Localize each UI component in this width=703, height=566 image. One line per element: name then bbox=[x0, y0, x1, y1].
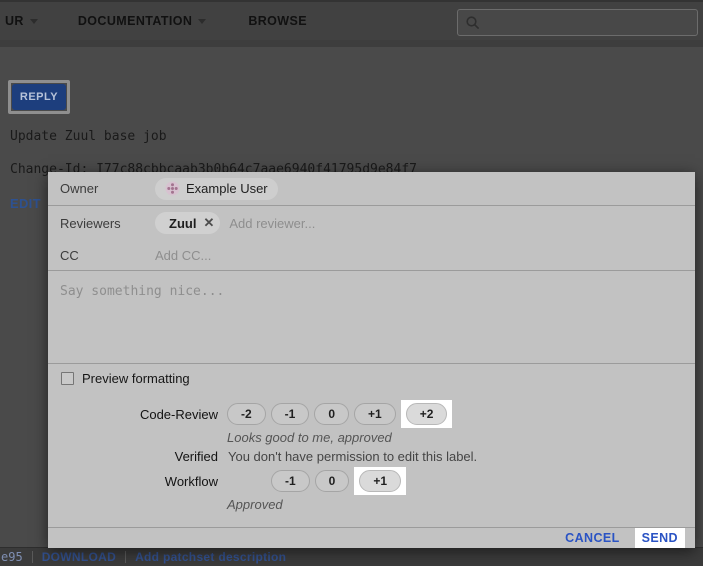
workflow-label: Workflow bbox=[48, 474, 218, 489]
nav-menu-documentation[interactable]: DOCUMENTATION bbox=[78, 14, 206, 28]
reviewer-chip[interactable]: Zuul ✕ bbox=[155, 212, 220, 234]
code-review-description: Looks good to me, approved bbox=[227, 429, 695, 446]
preview-formatting-checkbox[interactable] bbox=[61, 372, 74, 385]
code-review-zero-button[interactable]: 0 bbox=[314, 403, 349, 425]
chevron-down-icon bbox=[30, 19, 38, 24]
add-cc-input[interactable]: Add CC... bbox=[155, 248, 211, 263]
cancel-button[interactable]: CANCEL bbox=[565, 531, 619, 545]
code-review-plus1-button[interactable]: +1 bbox=[354, 403, 396, 425]
code-review-buttons: -2 -1 0 +1 +2 bbox=[227, 400, 452, 428]
code-review-minus2-button[interactable]: -2 bbox=[227, 403, 266, 425]
reply-button[interactable]: REPLY bbox=[12, 84, 66, 110]
score-labels-section: Code-Review -2 -1 0 +1 +2 Looks good to … bbox=[48, 393, 695, 527]
nav-menu-browse-label: BROWSE bbox=[248, 14, 307, 28]
nav-menu-documentation-label: DOCUMENTATION bbox=[78, 14, 192, 28]
reviewer-chip-label: Zuul bbox=[169, 216, 196, 231]
search-icon bbox=[465, 15, 481, 31]
workflow-description: Approved bbox=[227, 496, 695, 513]
workflow-plus1-highlight: +1 bbox=[354, 467, 406, 495]
screen: UR DOCUMENTATION BROWSE REPLY Update Zuu… bbox=[0, 0, 703, 566]
sha-fragment: e95 bbox=[1, 550, 23, 564]
search-input[interactable] bbox=[457, 9, 698, 36]
preview-formatting-row: Preview formatting bbox=[48, 364, 695, 393]
code-review-minus1-button[interactable]: -1 bbox=[271, 403, 310, 425]
nav-menu-ur[interactable]: UR bbox=[5, 14, 38, 28]
nav-menu-browse[interactable]: BROWSE bbox=[248, 14, 307, 28]
workflow-row: Workflow -1 0 +1 bbox=[48, 466, 695, 496]
owner-row: Owner Example User bbox=[48, 172, 695, 206]
preview-formatting-label: Preview formatting bbox=[82, 371, 190, 386]
reply-button-highlight: REPLY bbox=[8, 80, 70, 114]
workflow-zero-button[interactable]: 0 bbox=[315, 470, 350, 492]
dialog-footer: CANCEL SEND bbox=[48, 527, 695, 547]
chevron-down-icon bbox=[198, 19, 206, 24]
verified-permission-text: You don't have permission to edit this l… bbox=[228, 449, 477, 464]
workflow-minus1-button[interactable]: -1 bbox=[271, 470, 310, 492]
owner-chip[interactable]: Example User bbox=[155, 178, 278, 200]
message-placeholder: Say something nice... bbox=[60, 284, 224, 299]
reviewers-row: Reviewers Zuul ✕ Add reviewer... bbox=[48, 206, 695, 240]
workflow-buttons: -1 0 +1 bbox=[271, 467, 406, 495]
remove-reviewer-icon[interactable]: ✕ bbox=[203, 215, 214, 231]
code-review-row: Code-Review -2 -1 0 +1 +2 bbox=[48, 399, 695, 429]
bar-divider bbox=[125, 551, 126, 563]
patchset-action-bar: e95 DOWNLOAD Add patchset description bbox=[0, 547, 703, 566]
verified-label: Verified bbox=[48, 449, 218, 464]
owner-chip-label: Example User bbox=[186, 181, 268, 196]
header-divider bbox=[0, 40, 703, 47]
send-button-highlight: SEND bbox=[635, 528, 685, 548]
bar-divider bbox=[32, 551, 33, 563]
reply-dialog: Owner Example User Reviewers bbox=[48, 172, 695, 548]
add-reviewer-input[interactable]: Add reviewer... bbox=[229, 216, 315, 231]
reply-message-textarea[interactable]: Say something nice... bbox=[48, 271, 695, 364]
code-review-plus2-highlight: +2 bbox=[401, 400, 453, 428]
owner-label: Owner bbox=[60, 181, 155, 196]
download-link[interactable]: DOWNLOAD bbox=[42, 550, 116, 564]
commit-message-title: Update Zuul base job bbox=[10, 129, 167, 144]
code-review-label: Code-Review bbox=[48, 407, 218, 422]
cc-label: CC bbox=[60, 248, 155, 263]
reviewers-label: Reviewers bbox=[60, 216, 155, 231]
add-patchset-description-link[interactable]: Add patchset description bbox=[135, 550, 286, 564]
cc-row: CC Add CC... bbox=[48, 240, 695, 271]
avatar bbox=[165, 181, 180, 196]
send-button[interactable]: SEND bbox=[642, 531, 678, 545]
nav-menu-ur-label: UR bbox=[5, 14, 24, 28]
code-review-plus2-button[interactable]: +2 bbox=[406, 403, 448, 425]
workflow-plus1-button[interactable]: +1 bbox=[359, 470, 401, 492]
edit-link[interactable]: EDIT bbox=[10, 196, 41, 211]
verified-row: Verified You don't have permission to ed… bbox=[48, 446, 695, 466]
top-app-bar: UR DOCUMENTATION BROWSE bbox=[0, 0, 703, 40]
